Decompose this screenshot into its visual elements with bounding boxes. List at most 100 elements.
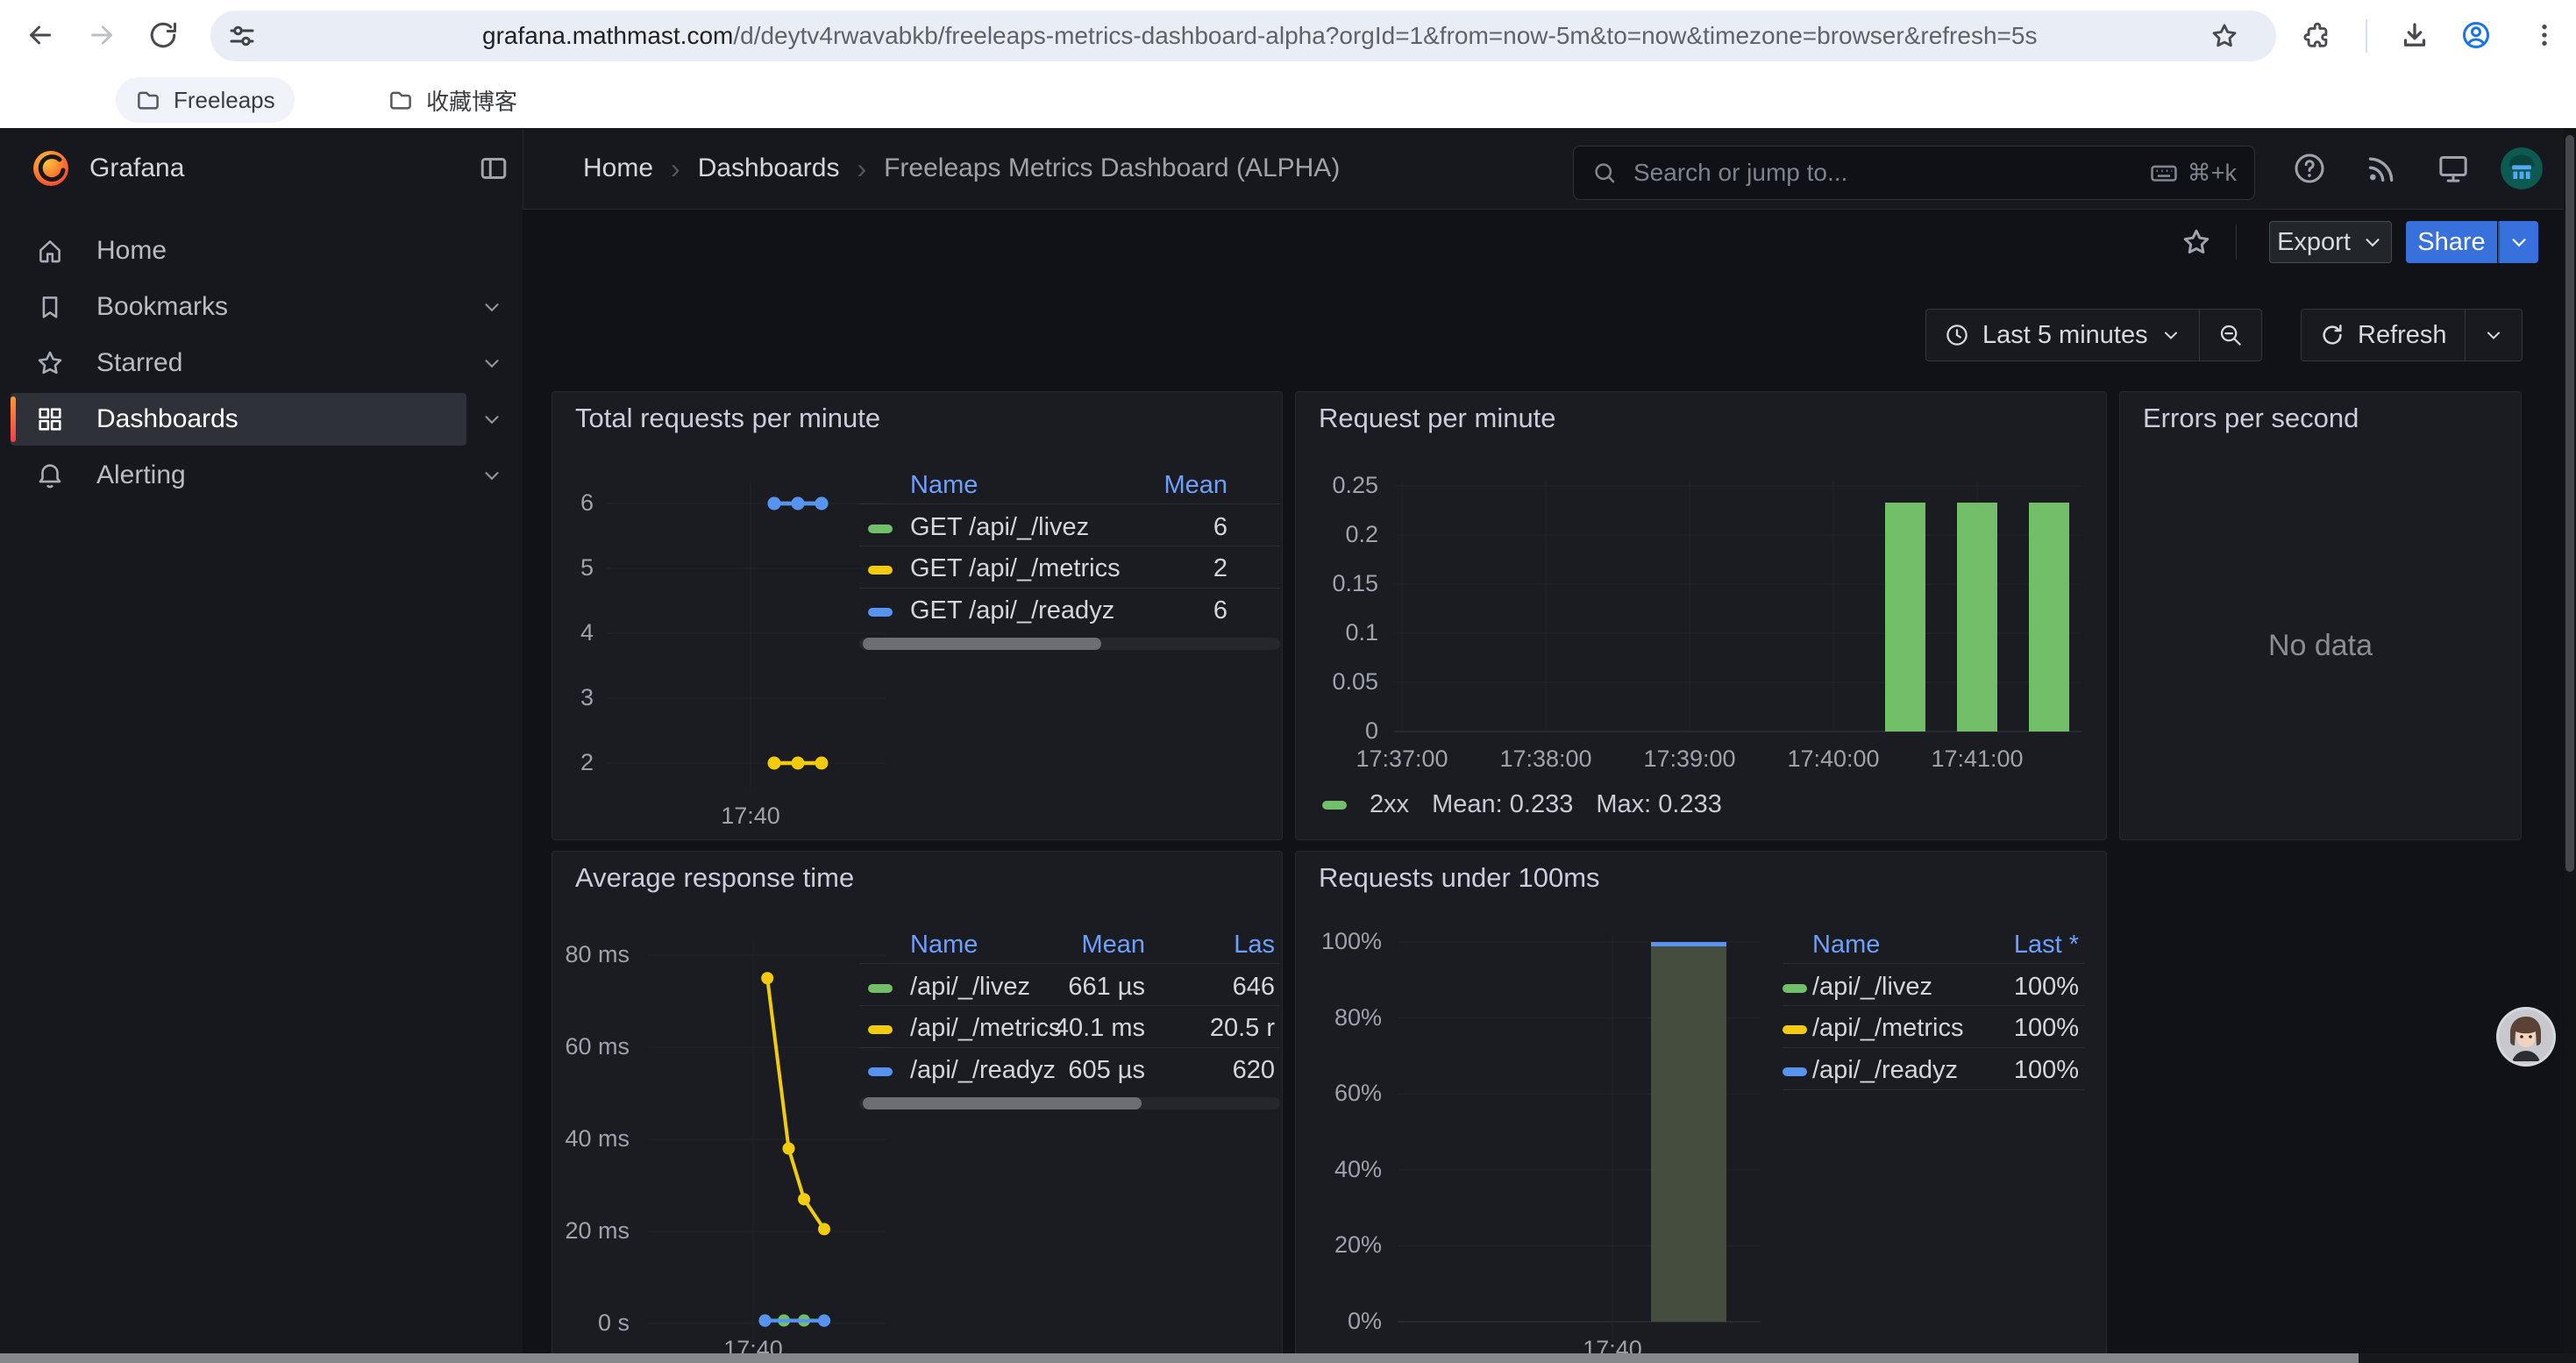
bookmark-icon <box>35 292 65 322</box>
legend-row[interactable]: /api/_/readyz100% <box>1783 1056 2084 1091</box>
horizontal-scrollbar-thumb[interactable] <box>0 1353 2359 1363</box>
legend-value: 100% <box>1783 973 2079 1002</box>
legend-row[interactable]: /api/_/livez100% <box>1783 973 2084 1008</box>
monitor-icon[interactable] <box>2436 151 2471 186</box>
bookmark-item-freeleaps[interactable]: Freeleaps <box>116 77 295 123</box>
sidebar-item-dashboards[interactable]: Dashboards <box>0 391 523 447</box>
legend-scrollbar[interactable] <box>859 1097 1280 1110</box>
panel-title[interactable]: Average response time <box>575 862 854 894</box>
y-axis-tick: 0.15 <box>1296 570 1378 597</box>
refresh-icon <box>2319 322 2345 348</box>
legend-row[interactable]: GET /api/_/metrics2 <box>859 554 1280 589</box>
y-axis-tick: 2 <box>552 749 594 776</box>
browser-toolbar: grafana.mathmast.com/d/deytv4rwavabkb/fr… <box>0 0 2576 72</box>
legend-scrollbar-thumb[interactable] <box>863 638 1101 650</box>
panel-requests-under-100ms: Requests under 100ms 100%80%60%40%20%0%1… <box>1295 851 2107 1363</box>
url-bar[interactable]: grafana.mathmast.com/d/deytv4rwavabkb/fr… <box>210 11 2276 61</box>
chevron-down-icon[interactable] <box>480 352 503 375</box>
horizontal-scrollbar[interactable] <box>0 1353 2576 1363</box>
bookmark-label: 收藏博客 <box>426 84 517 117</box>
chevron-down-icon[interactable] <box>480 464 503 487</box>
legend-value: 620 <box>859 1056 1275 1085</box>
sidebar-item-home[interactable]: Home <box>0 223 523 279</box>
back-icon[interactable] <box>25 19 56 51</box>
chevron-down-icon <box>2508 231 2530 253</box>
y-axis-tick: 60 ms <box>552 1033 630 1060</box>
grafana-logo-icon[interactable] <box>32 149 70 188</box>
legend-row[interactable]: /api/_/metrics100% <box>1783 1014 2084 1049</box>
export-button[interactable]: Export <box>2269 221 2392 263</box>
search-shortcut: ⌘+k <box>2149 158 2237 188</box>
bookmark-item-blog[interactable]: 收藏博客 <box>368 77 537 123</box>
breadcrumb-separator-icon: › <box>671 153 680 185</box>
forward-icon[interactable] <box>86 19 117 51</box>
share-menu-caret[interactable] <box>2498 221 2538 263</box>
y-axis-tick: 0% <box>1296 1308 1382 1335</box>
refresh-button[interactable]: Refresh <box>2302 310 2465 360</box>
y-axis-tick: 60% <box>1296 1080 1382 1107</box>
clock-icon <box>1944 322 1970 348</box>
extensions-icon[interactable] <box>2302 21 2332 51</box>
breadcrumb: Home › Dashboards › Freeleaps Metrics Da… <box>583 128 1340 209</box>
rss-news-icon[interactable] <box>2364 151 2399 186</box>
legend-row[interactable]: /api/_/metrics40.1 ms20.5 r <box>859 1014 1280 1049</box>
legend-table: NameMeanLas/api/_/livez661 µs646/api/_/m… <box>859 925 1280 1127</box>
panel-request-per-minute: Request per minute 0.250.20.150.10.05017… <box>1295 391 2107 840</box>
chevron-down-icon[interactable] <box>480 296 503 318</box>
legend[interactable]: 2xxMean: 0.233Max: 0.233 <box>1322 790 1722 819</box>
y-axis-tick: 0 s <box>552 1309 630 1337</box>
legend-separator <box>1783 963 2084 964</box>
chevron-down-icon[interactable] <box>480 408 503 431</box>
bookmark-star-icon[interactable] <box>2210 21 2239 51</box>
legend-row[interactable]: /api/_/livez661 µs646 <box>859 973 1280 1008</box>
favorite-star-icon[interactable] <box>2181 226 2212 258</box>
refresh-interval-caret[interactable] <box>2465 310 2522 360</box>
sidebar-item-alerting[interactable]: Alerting <box>0 447 523 503</box>
legend-row[interactable]: GET /api/_/livez6 <box>859 513 1280 548</box>
app-name: Grafana <box>89 128 184 209</box>
share-button[interactable]: Share <box>2406 221 2497 263</box>
panel-title[interactable]: Total requests per minute <box>575 403 880 434</box>
legend-row[interactable]: GET /api/_/readyz6 <box>859 596 1280 632</box>
bookmark-label: Freeleaps <box>174 87 275 114</box>
search-field[interactable] <box>1632 158 2135 188</box>
panel-title[interactable]: Requests under 100ms <box>1319 862 1600 894</box>
vertical-scrollbar[interactable] <box>2564 128 2576 1363</box>
zoom-out-button[interactable] <box>2199 310 2261 360</box>
legend-table: NameLast */api/_/livez100%/api/_/metrics… <box>1783 925 2084 1127</box>
panel-title[interactable]: Errors per second <box>2143 403 2359 434</box>
legend-row[interactable]: /api/_/readyz605 µs620 <box>859 1056 1280 1091</box>
reload-icon[interactable] <box>147 19 179 51</box>
download-icon[interactable] <box>2399 19 2430 51</box>
folder-icon <box>388 87 414 113</box>
legend-column-header[interactable]: Las <box>859 931 1275 960</box>
site-settings-icon[interactable] <box>226 20 258 52</box>
sidebar-item-starred[interactable]: Starred <box>0 335 523 391</box>
profile-icon[interactable] <box>2460 19 2492 51</box>
breadcrumb-dashboards[interactable]: Dashboards <box>698 153 840 183</box>
star-icon <box>35 348 65 378</box>
help-icon[interactable] <box>2292 151 2327 186</box>
y-axis-tick: 0.1 <box>1296 619 1378 646</box>
legend-scrollbar-thumb[interactable] <box>863 1097 1142 1110</box>
sidebar: HomeBookmarksStarredDashboardsAlerting <box>0 209 523 1363</box>
legend-column-header[interactable]: Last * <box>1783 931 2079 960</box>
breadcrumb-home[interactable]: Home <box>583 153 653 183</box>
search-input[interactable]: ⌘+k <box>1573 146 2255 200</box>
time-range-picker[interactable]: Last 5 minutes <box>1926 310 2199 360</box>
menu-kebab-icon[interactable] <box>2530 21 2558 49</box>
vertical-scrollbar-thumb[interactable] <box>2565 135 2574 872</box>
legend-column-header[interactable]: Mean <box>859 471 1228 500</box>
panel-total-requests-per-minute: Total requests per minute 6543217:40Name… <box>551 391 1283 840</box>
sidebar-item-label: Bookmarks <box>96 279 228 335</box>
keyboard-icon <box>2149 158 2179 188</box>
sidebar-toggle-icon[interactable] <box>478 153 509 184</box>
y-axis-tick: 5 <box>552 554 594 582</box>
search-icon <box>1591 160 1618 186</box>
sidebar-item-bookmarks[interactable]: Bookmarks <box>0 279 523 335</box>
floating-assistant-avatar[interactable] <box>2494 1005 2558 1068</box>
panel-title[interactable]: Request per minute <box>1319 403 1556 434</box>
y-axis-tick: 100% <box>1296 928 1382 955</box>
legend-scrollbar[interactable] <box>859 638 1280 650</box>
profile-avatar[interactable] <box>2501 147 2543 189</box>
